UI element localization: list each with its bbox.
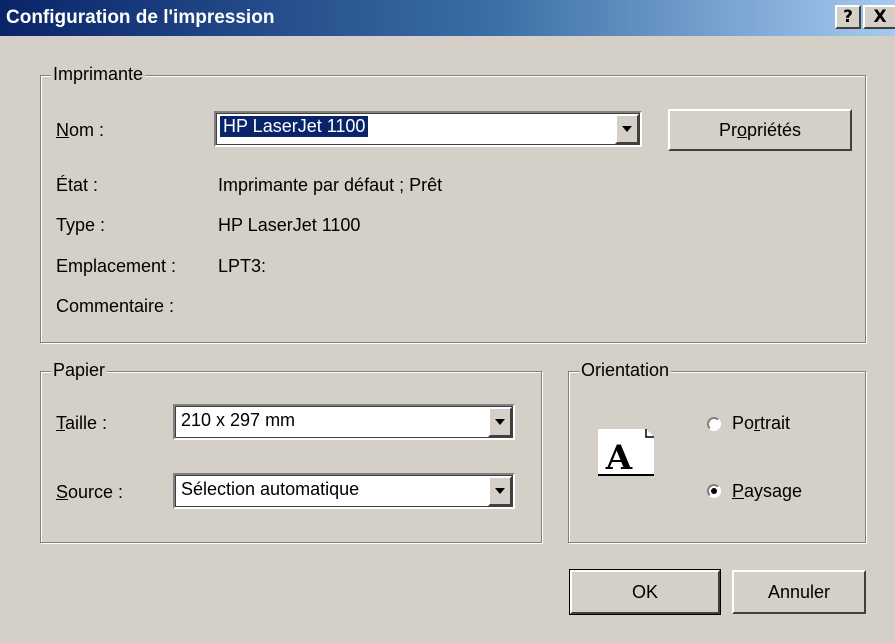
- chevron-down-icon: [495, 488, 505, 494]
- paper-size-dropdown[interactable]: 210 x 297 mm: [173, 404, 515, 440]
- properties-button[interactable]: Propriétés: [668, 109, 852, 151]
- window-title: Configuration de l'impression: [6, 7, 275, 28]
- comment-label: Commentaire :: [56, 296, 175, 316]
- portrait-radio-label[interactable]: Portrait: [732, 413, 790, 434]
- help-icon: ?: [843, 7, 853, 27]
- landscape-radio[interactable]: [707, 484, 721, 498]
- paper-source-dropdown-button[interactable]: [488, 476, 512, 506]
- paper-size-dropdown-button[interactable]: [488, 407, 512, 437]
- paper-groupbox: Papier: [40, 360, 542, 543]
- state-label: État :: [56, 175, 99, 195]
- portrait-radio[interactable]: [707, 417, 721, 431]
- orientation-group-legend: Orientation: [579, 360, 672, 381]
- paper-source-dropdown[interactable]: Sélection automatique: [173, 473, 515, 509]
- paper-source-value: Sélection automatique: [181, 479, 360, 499]
- landscape-page-icon: A: [598, 429, 654, 476]
- paper-source-label: Source :: [56, 482, 124, 502]
- printer-name-value: HP LaserJet 1100: [218, 115, 370, 138]
- printer-name-label: Nom :: [56, 120, 105, 140]
- paper-size-value: 210 x 297 mm: [181, 410, 296, 430]
- cancel-button[interactable]: Annuler: [732, 570, 866, 614]
- printer-dropdown-button[interactable]: [615, 114, 639, 144]
- landscape-radio-label[interactable]: Paysage: [732, 481, 802, 502]
- paper-group-legend: Papier: [51, 360, 108, 381]
- chevron-down-icon: [622, 126, 632, 132]
- type-label: Type :: [56, 215, 106, 235]
- title-bar[interactable]: Configuration de l'impression ? X: [0, 0, 895, 36]
- close-icon: X: [873, 7, 887, 27]
- ok-button[interactable]: OK: [569, 569, 721, 615]
- printer-group-legend: Imprimante: [51, 64, 146, 85]
- chevron-down-icon: [495, 419, 505, 425]
- svg-text:A: A: [605, 438, 633, 476]
- printer-name-dropdown[interactable]: HP LaserJet 1100: [214, 111, 642, 147]
- location-value: LPT3:: [218, 256, 267, 276]
- paper-size-label: Taille :: [56, 413, 108, 433]
- state-value: Imprimante par défaut ; Prêt: [218, 175, 443, 195]
- help-button[interactable]: ?: [835, 5, 861, 29]
- close-button[interactable]: X: [863, 5, 895, 29]
- type-value: HP LaserJet 1100: [218, 215, 361, 235]
- location-label: Emplacement :: [56, 256, 177, 276]
